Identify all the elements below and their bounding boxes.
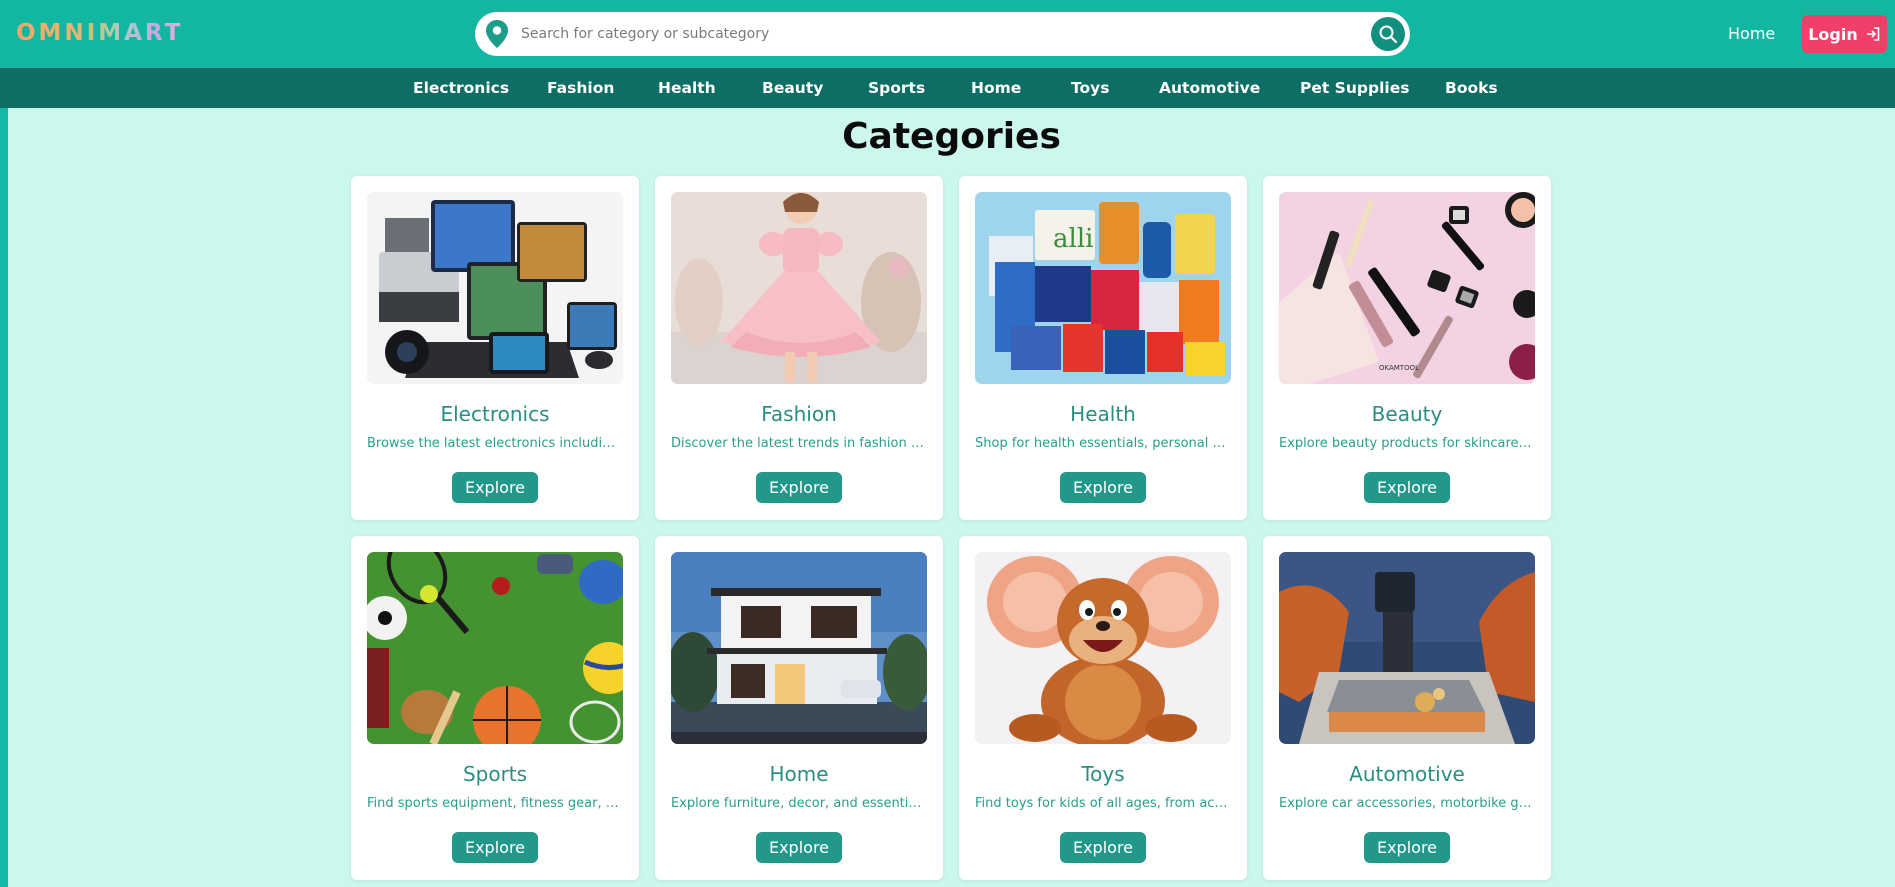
category-card-fashion: Fashion Discover the latest trends in fa… [655,176,943,520]
explore-button[interactable]: Explore [756,832,842,863]
card-description: Explore car accessories, motorbike gear … [1279,796,1535,811]
search-input[interactable] [521,12,1341,56]
nav-item-health[interactable]: Health [658,68,716,108]
nav-item-fashion[interactable]: Fashion [547,68,614,108]
card-description: Browse the latest electronics including … [367,436,623,451]
explore-button[interactable]: Explore [1364,832,1450,863]
card-description: Discover the latest trends in fashion fo… [671,436,927,451]
category-card-automotive: Automotive Explore car accessories, moto… [1263,536,1551,880]
card-description: Find toys for kids of all ages, from act… [975,796,1231,811]
login-label: Login [1808,24,1858,44]
nav-item-electronics[interactable]: Electronics [413,68,509,108]
svg-text:OKAMTOOL: OKAMTOOL [1379,364,1419,372]
explore-button[interactable]: Explore [1364,472,1450,503]
sports-image[interactable] [367,552,623,744]
health-image[interactable]: alli [975,192,1231,384]
search-bar [475,12,1410,56]
card-title: Electronics [440,402,550,426]
card-title: Automotive [1349,762,1465,786]
category-card-home: Home Explore furniture, decor, and essen… [655,536,943,880]
nav-item-sports[interactable]: Sports [868,68,925,108]
category-card-toys: Toys Find toys for kids of all ages, fro… [959,536,1247,880]
svg-text:alli: alli [1053,224,1093,254]
card-title: Toys [1081,762,1125,786]
nav-item-beauty[interactable]: Beauty [762,68,823,108]
nav-item-toys[interactable]: Toys [1071,68,1110,108]
nav-item-automotive[interactable]: Automotive [1159,68,1260,108]
category-nav: Electronics Fashion Health Beauty Sports… [0,68,1895,108]
explore-button[interactable]: Explore [1060,472,1146,503]
category-card-beauty: OKAMTOOL Beauty Explore beauty products … [1263,176,1551,520]
beauty-image[interactable]: OKAMTOOL [1279,192,1535,384]
omnimart-logo[interactable]: OMNIMART [16,20,183,46]
card-title: Home [769,762,829,786]
card-title: Fashion [761,402,837,426]
electronics-image[interactable] [367,192,623,384]
card-title: Sports [462,762,528,786]
card-description: Explore beauty products for skincare, ha… [1279,436,1535,451]
category-card-sports: Sports Find sports equipment, fitness ge… [351,536,639,880]
main-content: Categories Electronics Browse the latest… [8,108,1895,887]
page-title: Categories [842,116,1061,157]
login-arrow-icon [1866,27,1880,41]
category-card-electronics: Electronics Browse the latest electronic… [351,176,639,520]
toys-image[interactable] [975,552,1231,744]
explore-button[interactable]: Explore [1060,832,1146,863]
location-pin-icon[interactable] [482,18,512,50]
card-title: Beauty [1371,402,1443,426]
home-link[interactable]: Home [1728,24,1775,43]
top-header: OMNIMART Home Login [0,0,1895,68]
card-title: Health [1070,402,1136,426]
explore-button[interactable]: Explore [452,472,538,503]
search-icon [1379,25,1398,44]
explore-button[interactable]: Explore [756,472,842,503]
nav-item-pet-supplies[interactable]: Pet Supplies [1300,68,1409,108]
login-button[interactable]: Login [1802,15,1887,53]
search-button[interactable] [1371,17,1405,51]
card-description: Find sports equipment, fitness gear, and… [367,796,623,811]
fashion-image[interactable] [671,192,927,384]
card-description: Explore furniture, decor, and essentials… [671,796,927,811]
explore-button[interactable]: Explore [452,832,538,863]
nav-item-home[interactable]: Home [971,68,1021,108]
card-description: Shop for health essentials, personal car… [975,436,1231,451]
nav-item-books[interactable]: Books [1445,68,1498,108]
automotive-image[interactable] [1279,552,1535,744]
home-image[interactable] [671,552,927,744]
category-card-health: alli Health Shop for health essentials, … [959,176,1247,520]
